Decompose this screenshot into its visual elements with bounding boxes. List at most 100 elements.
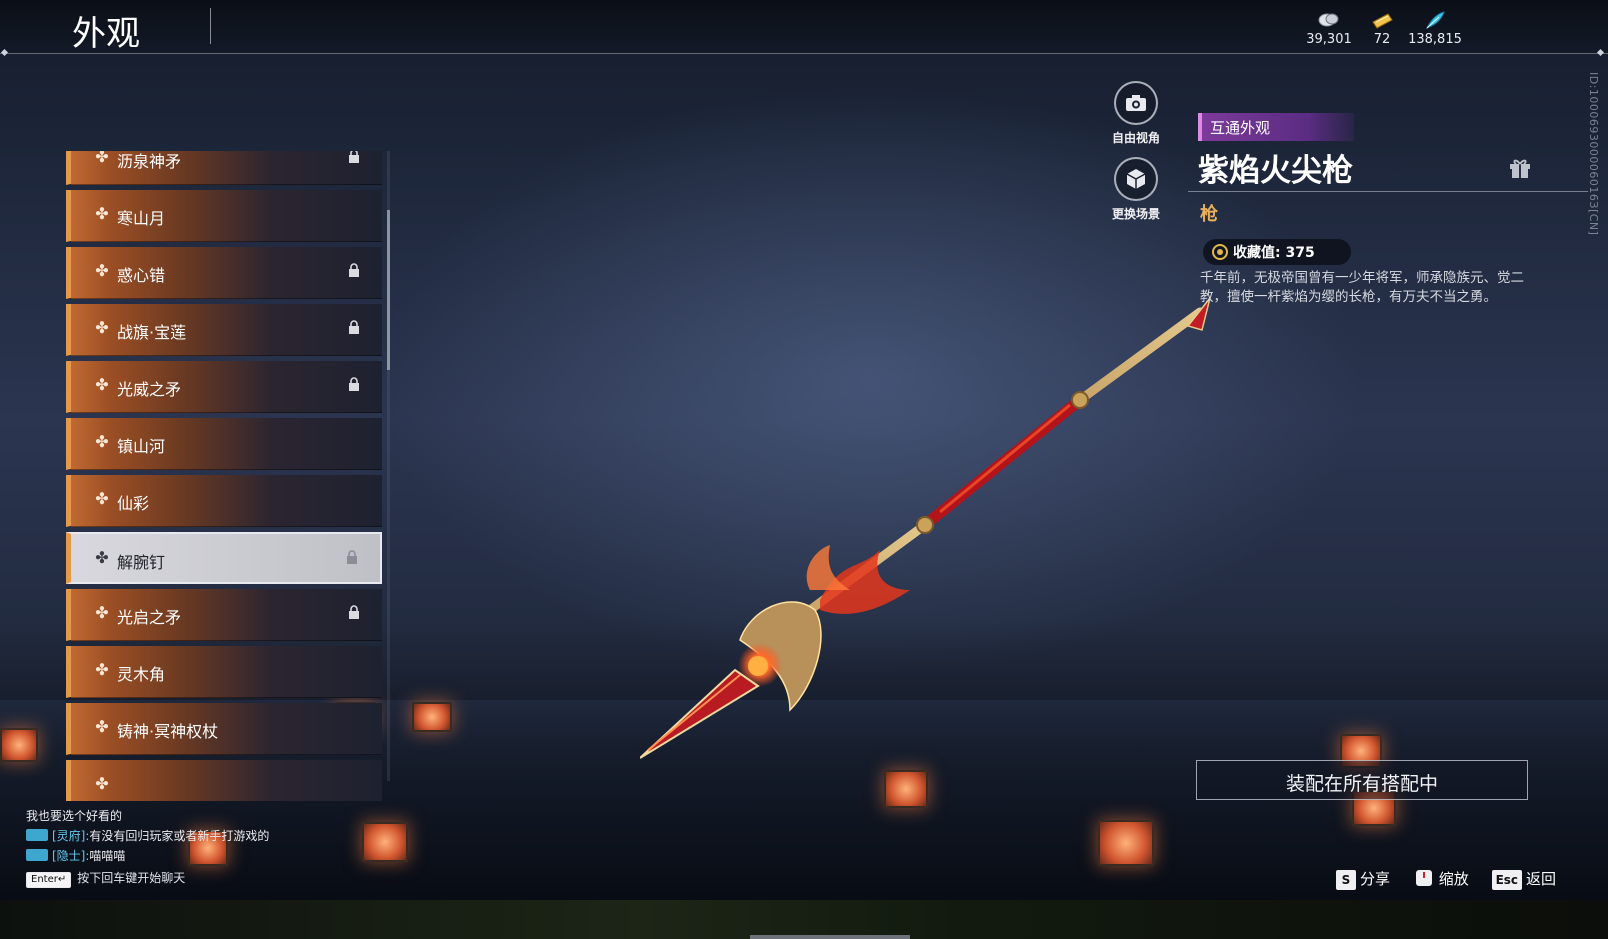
bottom-strip — [0, 900, 1608, 939]
lantern — [0, 728, 38, 762]
name-underline — [1188, 191, 1588, 192]
list-scrollbar-thumb[interactable] — [387, 210, 390, 370]
list-item-selected[interactable]: ✤ 解腕钉 — [66, 532, 382, 584]
chat-text: 有没有回归玩家或者新手打游戏的 — [89, 829, 270, 843]
change-scene-label: 更换场景 — [1111, 207, 1160, 221]
share-hotkey[interactable]: S 分享 — [1336, 868, 1390, 890]
equip-all-outfits-button[interactable]: 装配在所有搭配中 — [1196, 760, 1528, 800]
flower-icon: ✤ — [95, 204, 109, 223]
chat-line: 我也要选个好看的 — [26, 806, 346, 826]
change-scene-button[interactable]: 更换场景 — [1106, 157, 1166, 222]
chat-panel[interactable]: 我也要选个好看的 [灵府]:有没有回归玩家或者新手打游戏的 [隐士]:喵喵喵 — [26, 806, 346, 866]
list-item[interactable]: ✤ 惑心错 — [66, 247, 382, 299]
back-label: 返回 — [1526, 870, 1557, 888]
chat-hint-text: 按下回车键开始聊天 — [77, 871, 186, 885]
free-view-button[interactable]: 自由视角 — [1106, 81, 1166, 146]
list-item[interactable]: ✤ 铸神·冥神权杖 — [66, 703, 382, 755]
chat-text: 喵喵喵 — [89, 849, 126, 863]
crossplay-tag: 互通外观 — [1198, 113, 1354, 141]
flower-icon: ✤ — [95, 548, 109, 567]
item-name: 紫焰火尖枪 — [1198, 153, 1353, 189]
page-title: 外观 — [72, 14, 140, 54]
gift-icon[interactable] — [1508, 156, 1532, 180]
list-item[interactable]: ✤ 沥泉神矛 — [66, 151, 382, 185]
item-description: 千年前，无极帝国曾有一少年将军，师承隐族元、觉二教，擅使一杆紫焰为缨的长枪，有万… — [1200, 270, 1524, 305]
list-item-partial[interactable]: ✤ — [66, 760, 382, 801]
flower-icon: ✤ — [95, 318, 109, 337]
lock-icon — [349, 605, 359, 619]
list-item-label: 寒山月 — [117, 209, 166, 228]
lock-icon — [349, 263, 359, 277]
collection-value-text: 收藏值: 375 — [1233, 245, 1315, 261]
flower-icon: ✤ — [95, 717, 109, 736]
zoom-hotkey[interactable]: 缩放 — [1413, 868, 1469, 889]
flower-icon: ✤ — [95, 375, 109, 394]
chat-hint: Enter↵ 按下回车键开始聊天 — [26, 869, 185, 888]
list-item-label: 解腕钉 — [117, 553, 166, 572]
flower-icon: ✤ — [95, 489, 109, 508]
free-view-label: 自由视角 — [1111, 131, 1160, 145]
flower-icon: ✤ — [95, 603, 109, 622]
player-id-vertical: ID:100069300006016З[CN] — [1587, 72, 1600, 236]
back-hotkey[interactable]: Esc 返回 — [1491, 868, 1557, 890]
list-item[interactable]: ✤ 战旗·宝莲 — [66, 304, 382, 356]
camera-icon — [1126, 95, 1146, 111]
list-item-label: 沥泉神矛 — [117, 152, 182, 171]
flower-icon: ✤ — [95, 432, 109, 451]
share-label: 分享 — [1360, 870, 1391, 888]
top-bar: 外观 39,301 72 138,815 — [0, 0, 1608, 57]
share-key: S — [1336, 870, 1356, 890]
flower-icon: ✤ — [95, 151, 109, 166]
lock-icon — [349, 320, 359, 334]
lock-icon — [349, 377, 359, 391]
flower-icon: ✤ — [95, 774, 109, 793]
chat-channel: [隐士]: — [52, 849, 90, 863]
enter-key-badge: Enter↵ — [26, 872, 72, 888]
hotkey-bar: S 分享 缩放 Esc 返回 — [1336, 868, 1574, 892]
spear-preview[interactable] — [640, 290, 1240, 770]
silver-coin-icon — [1318, 13, 1339, 27]
list-item-label: 灵木角 — [117, 665, 166, 684]
item-type: 枪 — [1200, 204, 1218, 225]
collection-value: 收藏值: 375 — [1203, 239, 1351, 265]
flower-icon: ✤ — [95, 660, 109, 679]
appearance-list: ✤ 沥泉神矛 ✤ 寒山月 ✤ 惑心错 ✤ 战旗·宝莲 ✤ 光威之矛 ✤ 镇山河 … — [66, 151, 386, 801]
lantern — [362, 822, 408, 862]
list-item[interactable]: ✤ 寒山月 — [66, 190, 382, 242]
list-item-label: 战旗·宝莲 — [117, 323, 187, 342]
lantern — [884, 770, 928, 808]
gold-ticket-icon — [1372, 13, 1393, 29]
cube-icon — [1126, 169, 1146, 189]
free-view-circle — [1114, 81, 1158, 125]
change-scene-circle — [1114, 157, 1158, 201]
list-item-label: 仙彩 — [117, 494, 150, 513]
feather-token-icon — [1425, 11, 1445, 30]
list-item[interactable]: ✤ 镇山河 — [66, 418, 382, 470]
zoom-label: 缩放 — [1438, 870, 1469, 888]
chat-channel: [灵府]: — [52, 829, 90, 843]
title-divider — [210, 8, 211, 44]
list-item[interactable]: ✤ 灵木角 — [66, 646, 382, 698]
list-item[interactable]: ✤ 仙彩 — [66, 475, 382, 527]
list-item[interactable]: ✤ 光威之矛 — [66, 361, 382, 413]
list-item[interactable]: ✤ 光启之矛 — [66, 589, 382, 641]
lock-icon — [349, 151, 359, 163]
list-item-label: 镇山河 — [117, 437, 166, 456]
list-item-label: 光威之矛 — [117, 380, 182, 399]
chat-text: 我也要选个好看的 — [26, 809, 123, 823]
chat-line: [隐士]:喵喵喵 — [26, 846, 346, 866]
lantern — [412, 702, 452, 732]
chat-channel-icon — [26, 849, 48, 861]
back-key: Esc — [1491, 870, 1523, 890]
currency-feather-value: 138,815 — [1408, 32, 1462, 47]
lantern — [1098, 820, 1154, 866]
collection-icon — [1212, 244, 1228, 260]
flower-icon: ✤ — [95, 261, 109, 280]
lock-icon — [347, 550, 357, 564]
list-item-label: 铸神·冥神权杖 — [117, 722, 219, 741]
chat-channel-icon — [26, 829, 48, 841]
list-item-label: 光启之矛 — [117, 608, 182, 627]
currency-feather[interactable]: 138,815 — [1400, 10, 1470, 47]
list-item-label: 惑心错 — [117, 266, 166, 285]
mouse-wheel-icon — [1415, 870, 1432, 886]
